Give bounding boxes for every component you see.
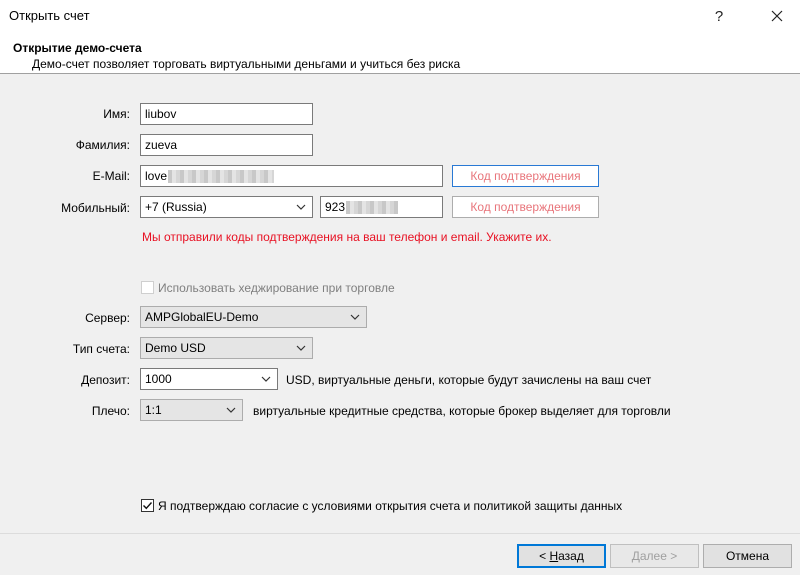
- account-type-value: Demo USD: [145, 341, 206, 355]
- redacted-region: [168, 170, 275, 184]
- divider: [0, 533, 800, 534]
- title-bar: Открыть счет ?: [0, 0, 800, 32]
- phone-input[interactable]: 923: [320, 196, 443, 218]
- agreement-label: Я подтверждаю согласие с условиями откры…: [158, 499, 623, 513]
- first-name-label: Имя:: [103, 107, 130, 121]
- next-button[interactable]: Далее >: [610, 544, 699, 568]
- help-button[interactable]: ?: [696, 0, 742, 32]
- chevron-down-icon: [224, 403, 238, 417]
- server-select[interactable]: AMPGlobalEU-Demo: [140, 306, 367, 328]
- back-button-prefix: <: [539, 549, 550, 563]
- last-name-value: zueva: [145, 138, 178, 152]
- deposit-value: 1000: [145, 372, 172, 386]
- email-label: E-Mail:: [92, 169, 130, 183]
- chevron-down-icon: [348, 310, 362, 324]
- page-subtitle: Демо-счет позволяет торговать виртуальны…: [32, 57, 461, 71]
- back-button-hotkey: Н: [549, 549, 559, 563]
- leverage-select[interactable]: 1:1: [140, 399, 243, 421]
- chevron-down-icon: [294, 200, 308, 214]
- help-icon: ?: [714, 7, 724, 25]
- email-value: love: [145, 169, 168, 183]
- server-label: Сервер:: [85, 311, 130, 325]
- agreement-checkbox[interactable]: [141, 499, 154, 512]
- back-button-rest: азад: [558, 549, 584, 563]
- hedging-checkbox[interactable]: [141, 281, 154, 294]
- back-button[interactable]: < Назад: [517, 544, 606, 568]
- chevron-down-icon: [259, 372, 273, 386]
- close-icon: [771, 10, 783, 22]
- verification-warning: Мы отправили коды подтверждения на ваш т…: [142, 230, 552, 244]
- cancel-button[interactable]: Отмена: [703, 544, 792, 568]
- deposit-combobox[interactable]: 1000: [140, 368, 278, 390]
- window-title: Открыть счет: [9, 8, 90, 23]
- phone-value: 923: [325, 200, 346, 214]
- page-title: Открытие демо-счета: [13, 41, 142, 55]
- deposit-note: USD, виртуальные деньги, которые будут з…: [286, 373, 652, 387]
- phone-code-button[interactable]: Код подтверждения: [452, 196, 599, 218]
- checkmark-icon: [143, 502, 153, 510]
- mobile-label: Мобильный:: [61, 201, 130, 215]
- first-name-input[interactable]: liubov: [140, 103, 313, 125]
- close-button[interactable]: [754, 0, 800, 32]
- leverage-value: 1:1: [145, 403, 162, 417]
- deposit-label: Депозит:: [81, 373, 130, 387]
- last-name-label: Фамилия:: [75, 138, 130, 152]
- country-code-value: +7 (Russia): [145, 200, 207, 214]
- leverage-label: Плечо:: [91, 404, 130, 418]
- account-type-select[interactable]: Demo USD: [140, 337, 313, 359]
- country-code-select[interactable]: +7 (Russia): [140, 196, 313, 218]
- account-type-label: Тип счета:: [72, 342, 130, 356]
- wizard-header: Открытие демо-счета Демо-счет позволяет …: [0, 32, 800, 74]
- server-value: AMPGlobalEU-Demo: [145, 310, 259, 324]
- email-code-button[interactable]: Код подтверждения: [452, 165, 599, 187]
- email-input[interactable]: love: [140, 165, 443, 187]
- last-name-input[interactable]: zueva: [140, 134, 313, 156]
- hedging-label: Использовать хеджирование при торговле: [158, 281, 395, 295]
- chevron-down-icon: [294, 341, 308, 355]
- leverage-note: виртуальные кредитные средства, которые …: [253, 404, 671, 418]
- first-name-value: liubov: [145, 107, 177, 121]
- redacted-region: [346, 201, 399, 215]
